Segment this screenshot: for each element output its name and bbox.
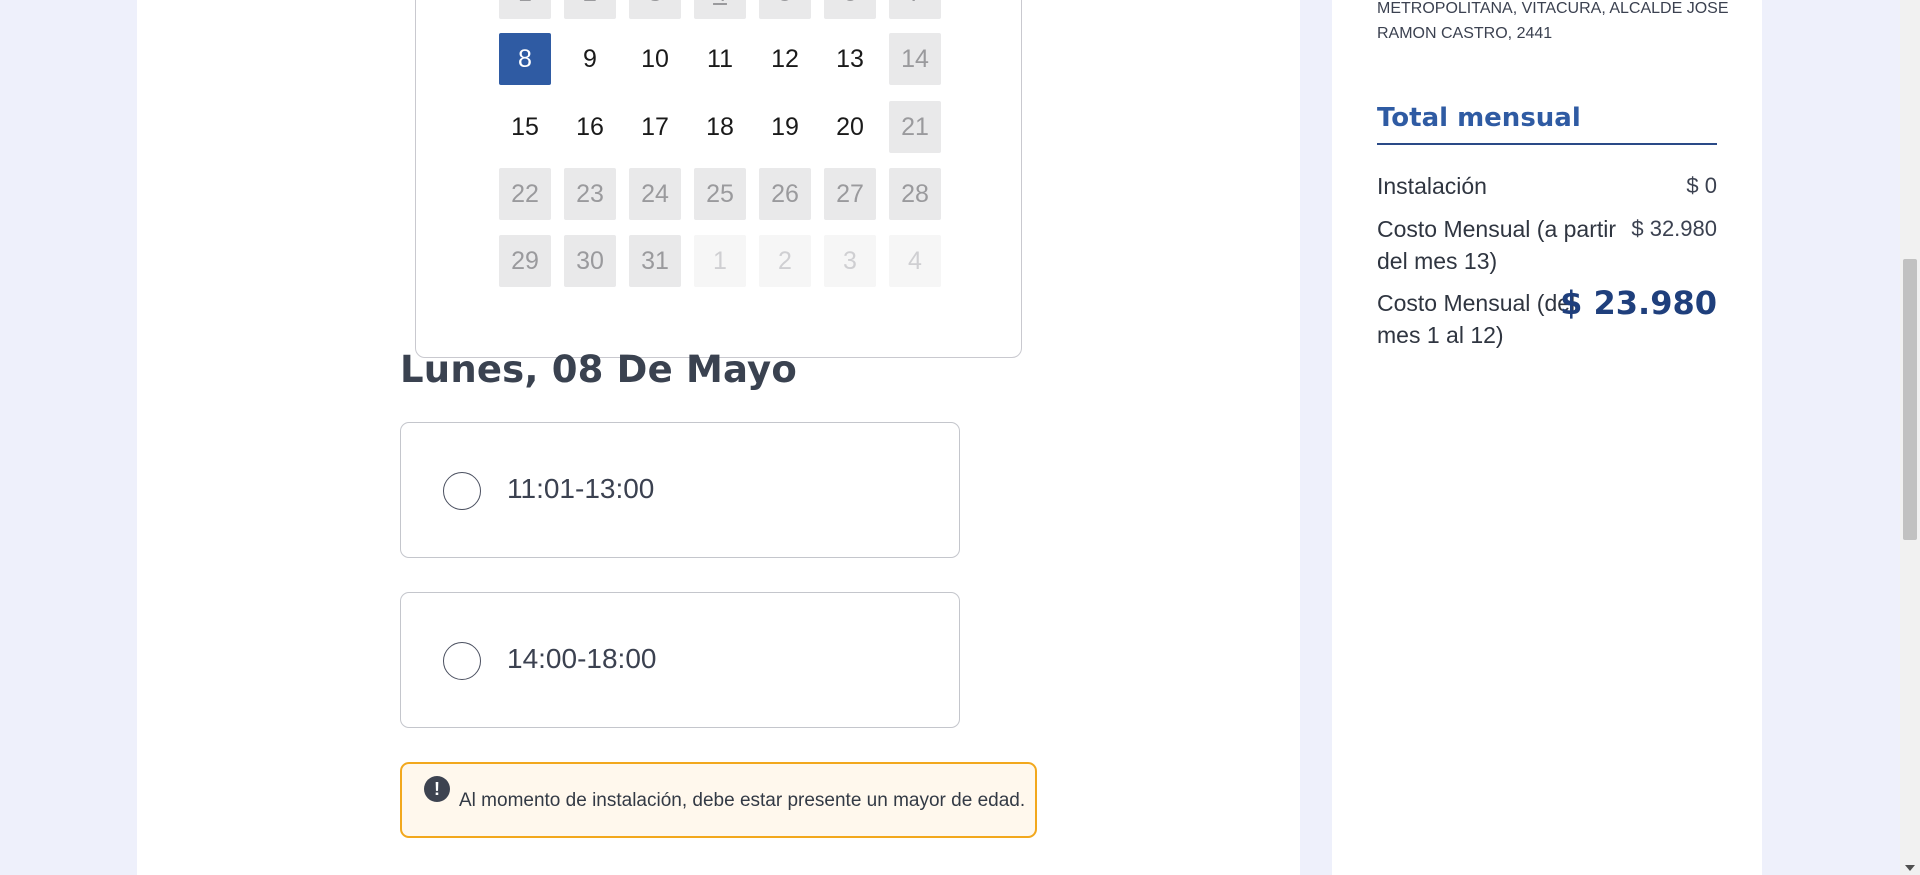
calendar-day: 3 bbox=[629, 0, 681, 19]
calendar-day[interactable]: 15 bbox=[499, 101, 551, 153]
notice-text: Al momento de instalación, debe estar pr… bbox=[459, 790, 1026, 811]
scrollbar-thumb[interactable] bbox=[1903, 259, 1917, 540]
scrollbar[interactable] bbox=[1900, 0, 1920, 875]
installation-label: Instalación bbox=[1377, 173, 1487, 199]
calendar-day: 4 bbox=[889, 235, 941, 287]
installation-value: $ 0 bbox=[1686, 173, 1717, 198]
calendar-day: 23 bbox=[564, 168, 616, 220]
time-slot-label: 14:00-18:00 bbox=[507, 643, 657, 674]
calendar-day: 30 bbox=[564, 235, 616, 287]
scroll-down-arrow-icon[interactable] bbox=[1905, 865, 1915, 871]
calendar-day: 4 bbox=[694, 0, 746, 19]
calendar-day: 24 bbox=[629, 168, 681, 220]
calendar-day: 25 bbox=[694, 168, 746, 220]
calendar-day[interactable]: 20 bbox=[824, 101, 876, 153]
calendar-day: 31 bbox=[629, 235, 681, 287]
calendar-day[interactable]: 16 bbox=[564, 101, 616, 153]
exclamation-icon: ! bbox=[424, 776, 450, 802]
time-slot-label: 11:01-13:00 bbox=[507, 473, 655, 504]
calendar-day: 21 bbox=[889, 101, 941, 153]
monthly-first-label: Costo Mensual (del mes 1 al 12) bbox=[1377, 290, 1576, 348]
calendar-day[interactable]: 19 bbox=[759, 101, 811, 153]
monthly-first-value: $ 23.980 bbox=[1560, 284, 1717, 322]
calendar-day[interactable]: 12 bbox=[759, 33, 811, 85]
calendar-day: 29 bbox=[499, 235, 551, 287]
calendar-day: 5 bbox=[759, 0, 811, 19]
selected-date-heading: Lunes, 08 De Mayo bbox=[400, 348, 797, 391]
calendar-day: 28 bbox=[889, 168, 941, 220]
time-slot-option[interactable]: 14:00-18:00 bbox=[400, 592, 960, 728]
calendar-day: 1 bbox=[499, 0, 551, 19]
calendar-day: 26 bbox=[759, 168, 811, 220]
calendar-day: 2 bbox=[564, 0, 616, 19]
monthly-after-value: $ 32.980 bbox=[1631, 216, 1717, 241]
calendar-day[interactable]: 18 bbox=[694, 101, 746, 153]
calendar-day: 2 bbox=[759, 235, 811, 287]
calendar-day[interactable]: 10 bbox=[629, 33, 681, 85]
radio-button[interactable] bbox=[443, 472, 481, 510]
calendar: 1234567891011121314151617181920212223242… bbox=[415, 0, 1022, 358]
calendar-day: 6 bbox=[824, 0, 876, 19]
calendar-day: 1 bbox=[694, 235, 746, 287]
calendar-day[interactable]: 9 bbox=[564, 33, 616, 85]
calendar-day: 7 bbox=[889, 0, 941, 19]
total-title: Total mensual bbox=[1377, 103, 1581, 133]
calendar-day: 14 bbox=[889, 33, 941, 85]
calendar-day-selected[interactable]: 8 bbox=[499, 33, 551, 85]
calendar-day: 22 bbox=[499, 168, 551, 220]
radio-button[interactable] bbox=[443, 642, 481, 680]
calendar-day[interactable]: 13 bbox=[824, 33, 876, 85]
calendar-day: 3 bbox=[824, 235, 876, 287]
calendar-day[interactable]: 11 bbox=[694, 33, 746, 85]
calendar-day: 27 bbox=[824, 168, 876, 220]
time-slot-option[interactable]: 11:01-13:00 bbox=[400, 422, 960, 558]
installation-notice: ! Al momento de instalación, debe estar … bbox=[400, 762, 1037, 838]
monthly-after-label: Costo Mensual (a partir del mes 13) bbox=[1377, 216, 1617, 274]
divider bbox=[1377, 143, 1717, 145]
installation-address: METROPOLITANA, VITACURA, ALCALDE JOSE RA… bbox=[1377, 0, 1729, 42]
calendar-day[interactable]: 17 bbox=[629, 101, 681, 153]
